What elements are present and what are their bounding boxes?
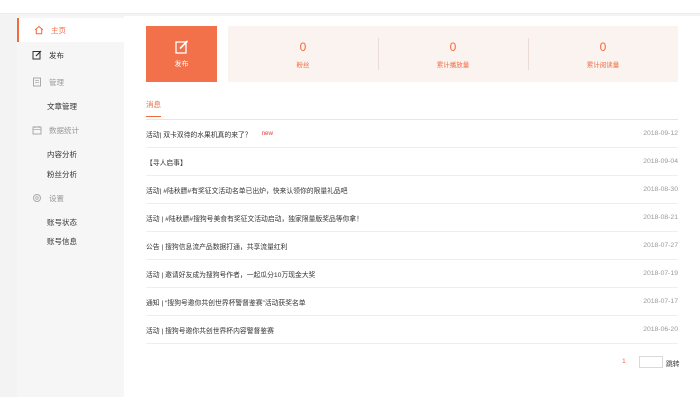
sidebar-group-settings: 设置 (17, 186, 124, 210)
list-item[interactable]: 活动| #陆秋膘#有奖征文活动名单已出炉，快来认领你的限量礼品吧 2018-08… (146, 176, 678, 204)
sidebar: 主页 发布 管理 文章管理 数据统计 内容分析 粉丝分析 设置 账号状态 账号信… (17, 16, 124, 397)
stat-value: 0 (299, 39, 307, 54)
message-title[interactable]: 活动 | 搜狗号邀你共创世界杯内容警督鉴赛 (146, 325, 274, 335)
tab-messages[interactable]: 消息 (146, 99, 161, 117)
sidebar-item-label: 主页 (51, 25, 66, 35)
message-date: 2018-07-19 (643, 270, 678, 277)
sidebar-item-label: 内容分析 (47, 149, 77, 159)
page-jump-input[interactable] (639, 356, 663, 368)
sidebar-item-article-manage[interactable]: 文章管理 (17, 94, 124, 118)
document-icon (31, 77, 43, 87)
message-title[interactable]: 活动 | 邀请好友成为搜狗号作者，一起瓜分10万现金大奖 (146, 269, 315, 279)
list-item[interactable]: 活动 | 搜狗号邀你共创世界杯内容警督鉴赛 2018-06-20 (146, 316, 678, 344)
stat-plays: 0 累计播放量 (378, 26, 528, 82)
sidebar-item-label: 发布 (49, 50, 64, 60)
sidebar-group-label: 设置 (49, 193, 64, 203)
sidebar-group-label: 数据统计 (49, 125, 79, 135)
sidebar-item-home[interactable]: 主页 (17, 18, 124, 42)
sidebar-item-label: 文章管理 (47, 101, 77, 111)
message-title[interactable]: 活动| #陆秋膘#有奖征文活动名单已出炉，快来认领你的限量礼品吧 (146, 185, 348, 195)
sidebar-group-statistics: 数据统计 (17, 118, 124, 142)
calendar-icon (31, 125, 43, 135)
stat-label: 累计阅读量 (586, 61, 620, 69)
list-item[interactable]: 活动| 双卡双待的水果机真的来了？ new 2018-09-12 (146, 120, 678, 148)
sidebar-group-manage: 管理 (17, 70, 124, 94)
stat-reads: 0 累计阅读量 (528, 26, 678, 82)
message-title[interactable]: 【寻人启事】 (146, 157, 187, 167)
top-bar (0, 0, 700, 14)
sidebar-item-label: 账号状态 (47, 217, 77, 227)
sidebar-item-fans-analysis[interactable]: 粉丝分析 (17, 162, 124, 186)
sidebar-item-publish[interactable]: 发布 (17, 43, 124, 67)
stats-panel: 0 粉丝 0 累计播放量 0 累计阅读量 (228, 26, 678, 82)
message-title[interactable]: 通知 | “搜狗号邀你共创世界杯警督鉴赛”活动获奖名单 (146, 297, 306, 307)
message-date: 2018-06-20 (643, 326, 678, 333)
message-date: 2018-07-27 (643, 242, 678, 249)
stat-label: 粉丝 (296, 61, 310, 69)
message-date: 2018-08-30 (643, 186, 678, 193)
stat-fans: 0 粉丝 (228, 26, 378, 82)
stat-label: 累计播放量 (436, 61, 470, 69)
pagination: 1 跳转 (124, 356, 700, 370)
new-badge: new (261, 130, 273, 137)
message-date: 2018-08-21 (643, 214, 678, 221)
stat-value: 0 (449, 39, 457, 54)
publish-label: 发布 (174, 60, 189, 68)
list-item[interactable]: 通知 | “搜狗号邀你共创世界杯警督鉴赛”活动获奖名单 2018-07-17 (146, 288, 678, 316)
home-icon (33, 25, 45, 35)
tab-bar: 消息 (146, 96, 678, 120)
message-title[interactable]: 活动| 双卡双待的水果机真的来了？ (146, 129, 252, 139)
message-date: 2018-09-04 (643, 158, 678, 165)
edit-icon (31, 50, 43, 60)
list-item[interactable]: 公告 | 搜狗信息流产品数据打通，共享流量红利 2018-07-27 (146, 232, 678, 260)
page-number[interactable]: 1 (622, 358, 626, 365)
sidebar-group-label: 管理 (49, 77, 64, 87)
list-item[interactable]: 活动 | 邀请好友成为搜狗号作者，一起瓜分10万现金大奖 2018-07-19 (146, 260, 678, 288)
message-title[interactable]: 公告 | 搜狗信息流产品数据打通，共享流量红利 (146, 241, 287, 251)
publish-button[interactable]: 发布 (146, 26, 217, 82)
main-content: 发布 0 粉丝 0 累计播放量 0 累计阅读量 消息 活动| 双卡双待的水果机真… (124, 16, 700, 397)
sidebar-item-label: 粉丝分析 (47, 169, 77, 179)
message-title[interactable]: 活动 | #陆秋膘#搜狗号美食有奖征文活动启动，独家限量版奖品等你拿！ (146, 213, 363, 223)
message-date: 2018-07-17 (643, 298, 678, 305)
settings-icon (31, 193, 43, 203)
stat-value: 0 (599, 39, 607, 54)
sidebar-item-account-info[interactable]: 账号信息 (17, 229, 124, 253)
list-item[interactable]: 【寻人启事】 2018-09-04 (146, 148, 678, 176)
message-date: 2018-09-12 (643, 130, 678, 137)
edit-icon (174, 39, 188, 54)
page-jump-button[interactable]: 跳转 (666, 358, 680, 368)
list-item[interactable]: 活动 | #陆秋膘#搜狗号美食有奖征文活动启动，独家限量版奖品等你拿！ 2018… (146, 204, 678, 232)
sidebar-item-label: 账号信息 (47, 236, 77, 246)
